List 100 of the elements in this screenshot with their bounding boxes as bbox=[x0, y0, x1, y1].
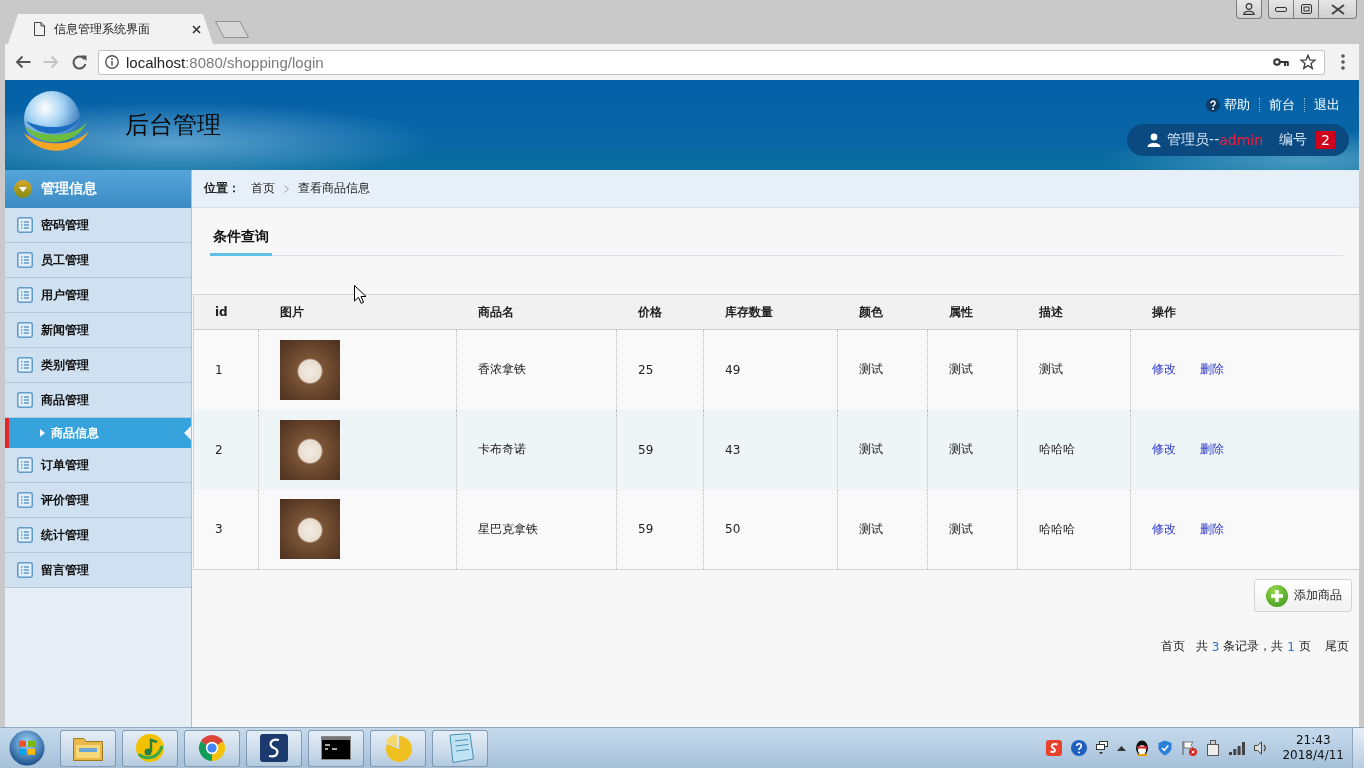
action-link[interactable]: 删除 bbox=[1200, 442, 1224, 456]
action-link[interactable]: 删除 bbox=[1200, 362, 1224, 377]
minimize-icon bbox=[1275, 6, 1287, 12]
shield-icon[interactable] bbox=[1158, 740, 1173, 756]
action-link[interactable]: 修改 bbox=[1152, 362, 1176, 377]
sidebar-item[interactable]: 统计管理 bbox=[5, 518, 191, 553]
user-label: 管理员-- bbox=[1167, 131, 1220, 149]
taskbar-button[interactable] bbox=[308, 729, 364, 767]
browser-tab[interactable]: 信息管理系统界面 bbox=[8, 14, 213, 44]
maximize-button[interactable] bbox=[1293, 0, 1318, 19]
query-tab[interactable]: 条件查询 bbox=[210, 222, 272, 256]
table-cell: 测试 bbox=[837, 489, 928, 570]
profile-button[interactable] bbox=[1236, 0, 1262, 19]
table-cell: 香浓拿铁 bbox=[456, 329, 617, 410]
sidebar-item[interactable]: 用户管理 bbox=[5, 278, 191, 313]
help-icon bbox=[1206, 98, 1220, 112]
breadcrumb-link[interactable]: 首页 bbox=[251, 180, 275, 197]
sidebar-title: 管理信息 bbox=[41, 180, 97, 198]
menu-icon[interactable] bbox=[1341, 54, 1345, 70]
photo-placeholder bbox=[280, 419, 340, 480]
table-cell: 测试 bbox=[1017, 329, 1131, 410]
column-header: 属性 bbox=[927, 294, 1018, 330]
pages-label: 页 bbox=[1299, 638, 1311, 655]
pie-chart-icon bbox=[383, 734, 413, 762]
help-link[interactable]: 帮助 bbox=[1206, 96, 1250, 114]
header-link[interactable]: 退出 bbox=[1314, 96, 1340, 114]
terminal-icon bbox=[321, 736, 351, 760]
records-label: 条记录，共 bbox=[1223, 638, 1284, 655]
first-page-link[interactable]: 首页 bbox=[1160, 638, 1185, 655]
table-cell: 59 bbox=[616, 409, 704, 490]
header-link[interactable]: 前台 bbox=[1269, 96, 1295, 114]
action-link[interactable]: 修改 bbox=[1152, 521, 1176, 536]
close-button[interactable] bbox=[1318, 0, 1357, 19]
table-cell: 哈哈哈 bbox=[1017, 409, 1131, 490]
add-product-button[interactable]: 添加商品 bbox=[1254, 579, 1352, 612]
sidebar-item[interactable]: 密码管理 bbox=[5, 208, 191, 243]
table-cell: 测试 bbox=[927, 329, 1018, 410]
page-count: 1 bbox=[1287, 639, 1295, 654]
taskbar-button[interactable] bbox=[246, 729, 302, 767]
device-icon[interactable] bbox=[1206, 740, 1221, 756]
breadcrumb-current: 查看商品信息 bbox=[298, 180, 370, 197]
flag-icon[interactable] bbox=[1181, 740, 1198, 756]
list-icon bbox=[17, 527, 33, 543]
list-icon bbox=[17, 322, 33, 338]
action-link[interactable]: 修改 bbox=[1152, 442, 1176, 456]
table-cell: 测试 bbox=[837, 409, 928, 490]
column-header: 库存数量 bbox=[703, 294, 838, 330]
mouse-cursor-icon bbox=[354, 285, 367, 304]
table-cell: 卡布奇诺 bbox=[456, 409, 617, 490]
list-icon bbox=[17, 392, 33, 408]
photo-placeholder bbox=[280, 339, 340, 400]
column-header: 描述 bbox=[1017, 294, 1131, 330]
maximize-icon bbox=[1300, 4, 1312, 14]
list-icon bbox=[17, 357, 33, 373]
sidebar-item[interactable]: 新闻管理 bbox=[5, 313, 191, 348]
table-cell: 1 bbox=[193, 329, 259, 410]
clock-time: 21:43 bbox=[1295, 733, 1331, 748]
sidebar-item[interactable]: 员工管理 bbox=[5, 243, 191, 278]
sidebar-item[interactable]: 类别管理 bbox=[5, 348, 191, 383]
last-page-link[interactable]: 尾页 bbox=[1325, 638, 1349, 655]
curve-tile-icon bbox=[260, 734, 288, 762]
speaker-icon[interactable] bbox=[1254, 741, 1269, 755]
table-cell: 测试 bbox=[927, 489, 1018, 570]
list-icon bbox=[17, 217, 33, 233]
caret-up-icon[interactable] bbox=[1117, 745, 1127, 751]
user-number-label: 编号 bbox=[1279, 131, 1308, 149]
signal-icon[interactable] bbox=[1229, 741, 1246, 755]
column-header: 颜色 bbox=[837, 294, 928, 330]
chevron-icon bbox=[284, 184, 289, 193]
close-icon[interactable] bbox=[192, 24, 201, 34]
start-orb-icon bbox=[9, 730, 45, 766]
list-icon bbox=[17, 287, 33, 303]
table-cell: 测试 bbox=[927, 409, 1018, 490]
column-header: 操作 bbox=[1130, 294, 1360, 330]
address-bar[interactable]: localhost:8080/shopping/login bbox=[98, 49, 1325, 75]
input-method-icon[interactable] bbox=[1046, 740, 1063, 756]
sidebar-item[interactable]: 评价管理 bbox=[5, 483, 191, 518]
sidebar-item[interactable]: 留言管理 bbox=[5, 553, 191, 588]
plus-circle-icon bbox=[1266, 584, 1288, 607]
column-header: 图片 bbox=[258, 294, 457, 330]
column-header: 商品名 bbox=[456, 294, 617, 330]
key-icon[interactable] bbox=[1273, 58, 1289, 66]
penguin-icon[interactable] bbox=[1135, 740, 1150, 756]
caret-down-icon bbox=[14, 180, 32, 198]
action-link[interactable]: 删除 bbox=[1200, 521, 1224, 536]
table-cell: 49 bbox=[703, 329, 838, 410]
sidebar-item[interactable]: 商品管理 bbox=[5, 383, 191, 418]
table-cell: 59 bbox=[616, 489, 704, 570]
window-stack-icon[interactable] bbox=[1096, 741, 1109, 755]
table-cell: 测试 bbox=[837, 329, 928, 410]
star-icon[interactable] bbox=[1300, 54, 1316, 70]
minimize-button[interactable] bbox=[1268, 0, 1293, 19]
sidebar-item[interactable]: 订单管理 bbox=[5, 448, 191, 483]
browser-icon bbox=[198, 734, 226, 762]
person-icon bbox=[1147, 133, 1162, 147]
help-icon[interactable] bbox=[1071, 740, 1088, 756]
table-cell: 25 bbox=[616, 329, 704, 410]
list-icon bbox=[17, 457, 33, 473]
reload-icon bbox=[71, 54, 87, 70]
table-cell: 哈哈哈 bbox=[1017, 489, 1131, 570]
